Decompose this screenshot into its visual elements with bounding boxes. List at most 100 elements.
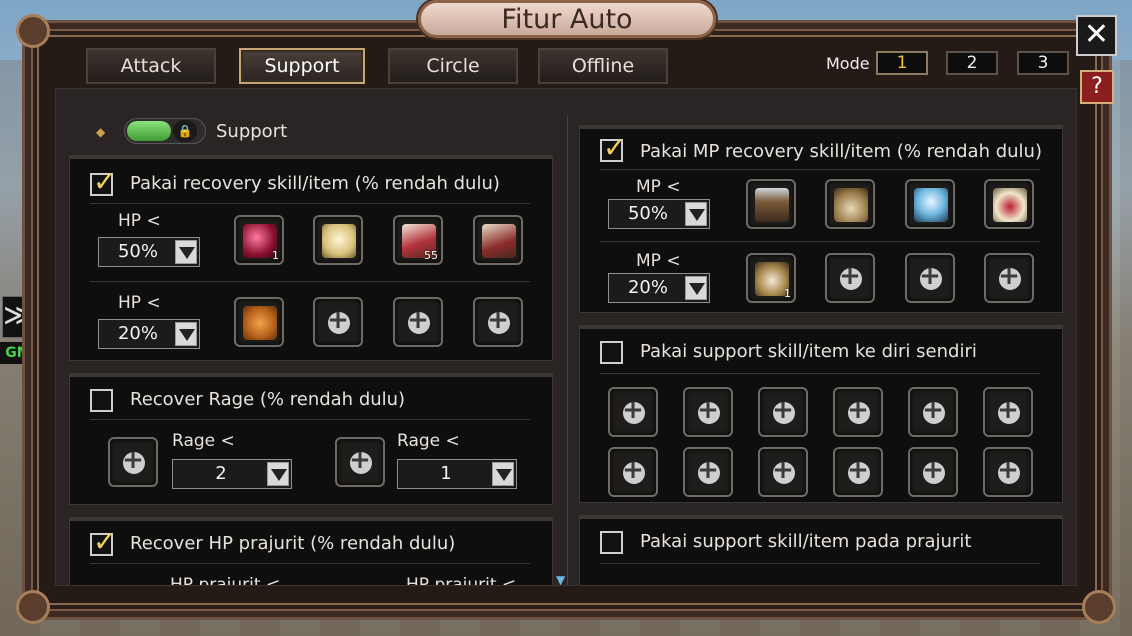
add-support-slot[interactable] [908,447,958,497]
divider [600,169,1040,170]
soldier-hp-label-right: HP prajurit < [406,575,517,586]
divider [90,281,530,282]
scroll-down-indicator-icon[interactable]: ▼ [556,573,565,585]
item-slot-bun[interactable] [313,215,363,265]
rage-threshold-dropdown-right[interactable]: 1 [397,459,517,489]
corner-ornament-icon [16,14,50,48]
add-support-slot[interactable] [908,387,958,437]
mp-recovery-panel: Pakai MP recovery skill/item (% rendah d… [579,125,1063,313]
mode-1-button[interactable]: 1 [876,51,928,75]
dropdown-value: 50% [627,203,668,224]
item-slot-bowl[interactable] [905,179,955,229]
dropdown-arrow-icon[interactable] [267,462,289,486]
help-button[interactable]: ? [1080,70,1114,104]
add-item-slot[interactable] [393,297,443,347]
item-slot-vase[interactable]: 1 [746,253,796,303]
rage-threshold-label-left: Rage < [172,431,235,451]
teapot-item-icon [834,188,868,222]
add-item-slot[interactable] [313,297,363,347]
water-bowl-item-icon [914,188,948,222]
dropdown-arrow-icon[interactable] [175,322,197,346]
self-support-checkbox[interactable] [600,341,623,364]
tab-offline[interactable]: Offline [538,48,668,84]
hp-threshold-label-2: HP < [118,293,161,313]
add-support-slot[interactable] [608,447,658,497]
window-title-bar: Fitur Auto [418,0,716,38]
mode-3-button[interactable]: 3 [1017,51,1069,75]
item-slot-teapot[interactable] [825,179,875,229]
soldier-hp-panel: Recover HP prajurit (% rendah dulu) HP p… [69,517,553,586]
divider [90,563,530,564]
mp-threshold-dropdown-1[interactable]: 50% [608,199,710,229]
tab-circle[interactable]: Circle [388,48,518,84]
steamed-bun-item-icon [322,224,356,258]
hp-threshold-dropdown-2[interactable]: 20% [98,319,200,349]
add-item-slot[interactable] [984,253,1034,303]
divider [90,419,530,420]
add-support-slot[interactable] [983,387,1033,437]
soldier-hp-checkbox[interactable] [90,525,116,558]
window-title: Fitur Auto [501,4,633,35]
add-support-slot[interactable] [683,447,733,497]
corner-ornament-icon [16,590,50,624]
add-item-slot[interactable] [825,253,875,303]
divider [600,373,1040,374]
support-toggle[interactable]: 🔒 [124,118,206,144]
hp-recovery-panel: Pakai recovery skill/item (% rendah dulu… [69,155,553,361]
hp-threshold-label-1: HP < [118,211,161,231]
rage-threshold-label-right: Rage < [397,431,460,451]
add-rage-item-slot[interactable] [108,437,158,487]
dropdown-arrow-icon[interactable] [492,462,514,486]
add-support-slot[interactable] [758,447,808,497]
close-button[interactable]: ✕ [1076,15,1117,56]
rage-recovery-title: Recover Rage (% rendah dulu) [130,389,406,410]
soldier-support-title: Pakai support skill/item pada prajurit [640,531,972,552]
item-slot-flower-potion[interactable]: 1 [234,215,284,265]
item-slot-barrel[interactable] [746,179,796,229]
mp-recovery-title: Pakai MP recovery skill/item (% rendah d… [640,141,1042,162]
dropdown-arrow-icon[interactable] [685,276,707,300]
mode-label: Mode [826,54,870,73]
mp-threshold-label-2: MP < [636,251,681,271]
tab-support[interactable]: Support [239,48,365,84]
add-item-slot[interactable] [473,297,523,347]
tab-attack[interactable]: Attack [86,48,216,84]
hp-recovery-checkbox[interactable] [90,165,116,198]
item-slot-pancake[interactable] [234,297,284,347]
add-item-slot[interactable] [905,253,955,303]
toggle-on-indicator [127,121,171,141]
rage-recovery-checkbox[interactable] [90,389,113,412]
divider [90,203,530,204]
mp-recovery-checkbox[interactable] [600,131,626,164]
soldier-support-panel: Pakai support skill/item pada prajurit [579,515,1063,585]
item-slot-jar[interactable] [984,179,1034,229]
add-support-slot[interactable] [683,387,733,437]
item-count: 1 [272,249,279,262]
dropdown-arrow-icon[interactable] [175,240,197,264]
corner-ornament-icon [1082,590,1116,624]
dropdown-value: 20% [627,277,668,298]
item-slot-cake[interactable]: 55 [393,215,443,265]
dropdown-value: 2 [215,463,227,484]
add-support-slot[interactable] [833,447,883,497]
mp-threshold-label-1: MP < [636,177,681,197]
add-support-slot[interactable] [758,387,808,437]
item-slot-meat[interactable] [473,215,523,265]
dropdown-arrow-icon[interactable] [685,202,707,226]
support-toggle-label: Support [216,121,288,142]
add-rage-item-slot[interactable] [335,437,385,487]
hp-threshold-dropdown-1[interactable]: 50% [98,237,200,267]
add-support-slot[interactable] [983,447,1033,497]
rage-threshold-dropdown-left[interactable]: 2 [172,459,292,489]
column-divider [567,115,568,585]
lock-icon: 🔒 [173,120,197,142]
mp-threshold-dropdown-2[interactable]: 20% [608,273,710,303]
soldier-support-checkbox[interactable] [600,531,623,554]
divider [600,563,1040,564]
add-support-slot[interactable] [608,387,658,437]
dropdown-value: 1 [440,463,452,484]
support-content-area: ◆ 🔒 Support Pakai recovery skill/item (%… [55,88,1077,586]
add-support-slot[interactable] [833,387,883,437]
mode-2-button[interactable]: 2 [946,51,998,75]
soldier-hp-label-left: HP prajurit < [170,575,281,586]
